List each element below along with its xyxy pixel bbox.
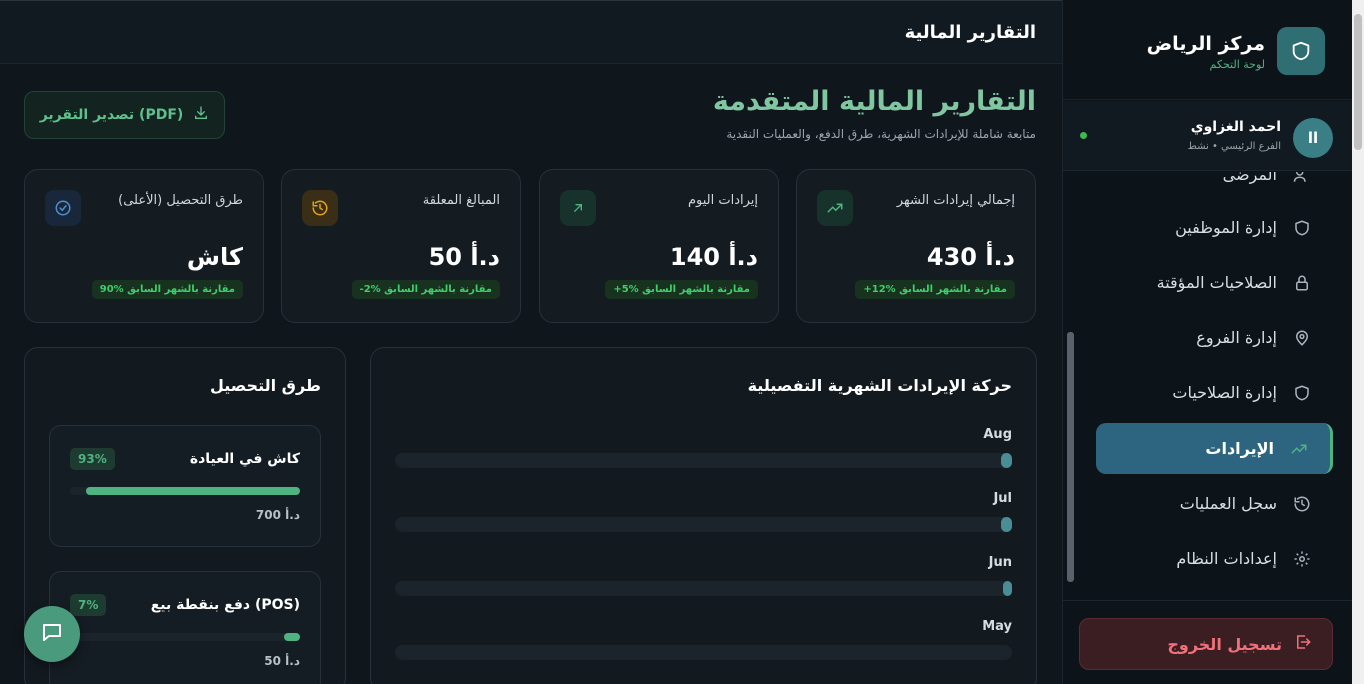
trending-up-icon <box>1288 438 1310 460</box>
method-bar-track <box>70 487 300 495</box>
month-bar-fill <box>1002 581 1012 596</box>
monthly-revenue-panel: حركة الإيرادات الشهرية التفصيلية Aug Jul… <box>370 347 1037 684</box>
panel-title: طرق التحصيل <box>209 376 321 395</box>
method-bar-fill <box>86 487 300 495</box>
stat-value: كاش <box>186 243 243 271</box>
sidebar-item-label: المرضى <box>1222 172 1277 184</box>
page-scrollbar[interactable] <box>1352 0 1364 684</box>
clock-history-icon <box>302 190 338 226</box>
sidebar-item-settings[interactable]: إعدادات النظام <box>1096 533 1333 584</box>
stat-value: 140 د.أ <box>669 243 758 271</box>
logout-section: تسجيل الخروج <box>1063 600 1352 684</box>
lock-icon <box>1291 272 1313 294</box>
month-label: Jun <box>988 555 1012 570</box>
top-bar: التقارير المالية <box>0 0 1062 64</box>
stat-title: إيرادات اليوم <box>687 193 758 208</box>
method-name: دفع بنقطة بيع (POS) <box>150 597 300 613</box>
method-percent: 7% <box>70 594 107 616</box>
month-label: Aug <box>983 427 1012 442</box>
method-bar-fill <box>283 633 300 641</box>
brand-title: مركز الرياض <box>1146 33 1265 55</box>
stat-value: 50 د.أ <box>428 243 500 271</box>
user-name: احمد الغزاوي <box>1190 119 1281 135</box>
month-bar-track <box>395 581 1012 596</box>
method-name: كاش في العيادة <box>189 451 300 467</box>
brand-subtitle: لوحة التحكم <box>1209 58 1265 71</box>
sidebar-item-label: الإيرادات <box>1205 439 1274 458</box>
sidebar: مركز الرياض لوحة التحكم اا احمد الغزاوي … <box>1062 0 1352 684</box>
users-icon <box>1291 172 1313 186</box>
arrow-up-right-icon <box>560 190 596 226</box>
payment-method-card: دفع بنقطة بيع (POS) 7% 50 د.أ <box>49 571 321 684</box>
stat-value: 430 د.أ <box>926 243 1015 271</box>
download-icon <box>193 105 209 125</box>
history-icon <box>1291 493 1313 515</box>
sidebar-item-patients[interactable]: 41 المرضى <box>1096 172 1333 200</box>
header-title: التقارير المالية <box>904 22 1036 43</box>
month-bar-fill <box>1000 453 1012 468</box>
sidebar-item-revenue[interactable]: الإيرادات <box>1096 423 1333 474</box>
page-subtitle: متابعة شاملة للإيرادات الشهرية، طرق الدف… <box>726 127 1036 141</box>
map-pin-icon <box>1291 327 1313 349</box>
sidebar-item-temp-permissions[interactable]: الصلاحيات المؤقتة <box>1096 257 1333 308</box>
chat-icon <box>40 620 64 648</box>
shield-logo-icon <box>1277 27 1325 75</box>
method-amount: 50 د.أ <box>264 654 300 668</box>
stat-trend: +12% مقارنة بالشهر السابق <box>855 280 1015 299</box>
sidebar-item-label: إدارة الموظفين <box>1175 218 1277 237</box>
stat-title: إجمالي إيرادات الشهر <box>896 193 1015 208</box>
stat-card-month-revenue: إجمالي إيرادات الشهر 430 د.أ +12% مقارنة… <box>796 169 1036 323</box>
sidebar-item-permissions[interactable]: إدارة الصلاحيات <box>1096 367 1333 418</box>
online-indicator <box>1080 132 1087 139</box>
sidebar-nav: 41 المرضى إدارة الموظفين الصلاحيات المؤق… <box>1063 172 1352 600</box>
month-label: Jul <box>993 491 1012 506</box>
trending-up-icon <box>817 190 853 226</box>
export-label: تصدير التقرير (PDF) <box>39 107 184 123</box>
sidebar-item-label: إدارة الفروع <box>1196 328 1277 347</box>
stat-card-today-revenue: إيرادات اليوم 140 د.أ +5% مقارنة بالشهر … <box>539 169 779 323</box>
user-profile[interactable]: اا احمد الغزاوي الفرع الرئيسي • نشط <box>1063 101 1352 171</box>
check-circle-icon <box>45 190 81 226</box>
page-title: التقارير المالية المتقدمة <box>712 86 1036 117</box>
brand: مركز الرياض لوحة التحكم <box>1063 0 1352 100</box>
method-bar-track <box>70 633 300 641</box>
stat-card-top-method: طرق التحصيل (الأعلى) كاش 90% مقارنة بالش… <box>24 169 264 323</box>
month-bar-fill <box>1000 517 1012 532</box>
sidebar-item-activity-log[interactable]: سجل العمليات <box>1096 478 1333 529</box>
month-label: May <box>982 619 1012 634</box>
logout-button[interactable]: تسجيل الخروج <box>1079 618 1333 670</box>
sidebar-item-label: إعدادات النظام <box>1176 549 1277 568</box>
logout-icon <box>1294 633 1312 655</box>
stat-title: المبالغ المعلقة <box>422 193 500 208</box>
payment-method-card: كاش في العيادة 93% 700 د.أ <box>49 425 321 547</box>
main-content: التقارير المالية التقارير المالية المتقد… <box>0 0 1062 684</box>
sidebar-item-label: الصلاحيات المؤقتة <box>1156 273 1277 292</box>
sidebar-item-branches[interactable]: إدارة الفروع <box>1096 312 1333 363</box>
shield-icon <box>1291 217 1313 239</box>
avatar: اا <box>1293 118 1333 158</box>
logout-label: تسجيل الخروج <box>1167 634 1282 654</box>
shield-icon <box>1291 382 1313 404</box>
sidebar-item-label: إدارة الصلاحيات <box>1172 383 1277 402</box>
sidebar-item-label: سجل العمليات <box>1179 494 1277 513</box>
stat-card-pending: المبالغ المعلقة 50 د.أ -2% مقارنة بالشهر… <box>281 169 521 323</box>
sidebar-scrollbar[interactable] <box>1067 332 1074 582</box>
export-pdf-button[interactable]: تصدير التقرير (PDF) <box>24 91 225 139</box>
month-bar-track <box>395 453 1012 468</box>
chat-button[interactable] <box>24 606 80 662</box>
sidebar-item-employees[interactable]: إدارة الموظفين <box>1096 202 1333 253</box>
gear-icon <box>1291 548 1313 570</box>
panel-title: حركة الإيرادات الشهرية التفصيلية <box>747 376 1012 395</box>
month-bar-track <box>395 645 1012 660</box>
stat-trend: -2% مقارنة بالشهر السابق <box>351 280 500 299</box>
stat-title: طرق التحصيل (الأعلى) <box>118 193 243 208</box>
scrollbar-thumb[interactable] <box>1354 14 1362 150</box>
month-bar-track <box>395 517 1012 532</box>
stat-trend: 90% مقارنة بالشهر السابق <box>91 280 243 299</box>
method-percent: 93% <box>70 448 115 470</box>
method-amount: 700 د.أ <box>255 508 300 522</box>
stat-trend: +5% مقارنة بالشهر السابق <box>605 280 758 299</box>
user-status: الفرع الرئيسي • نشط <box>1187 141 1281 152</box>
